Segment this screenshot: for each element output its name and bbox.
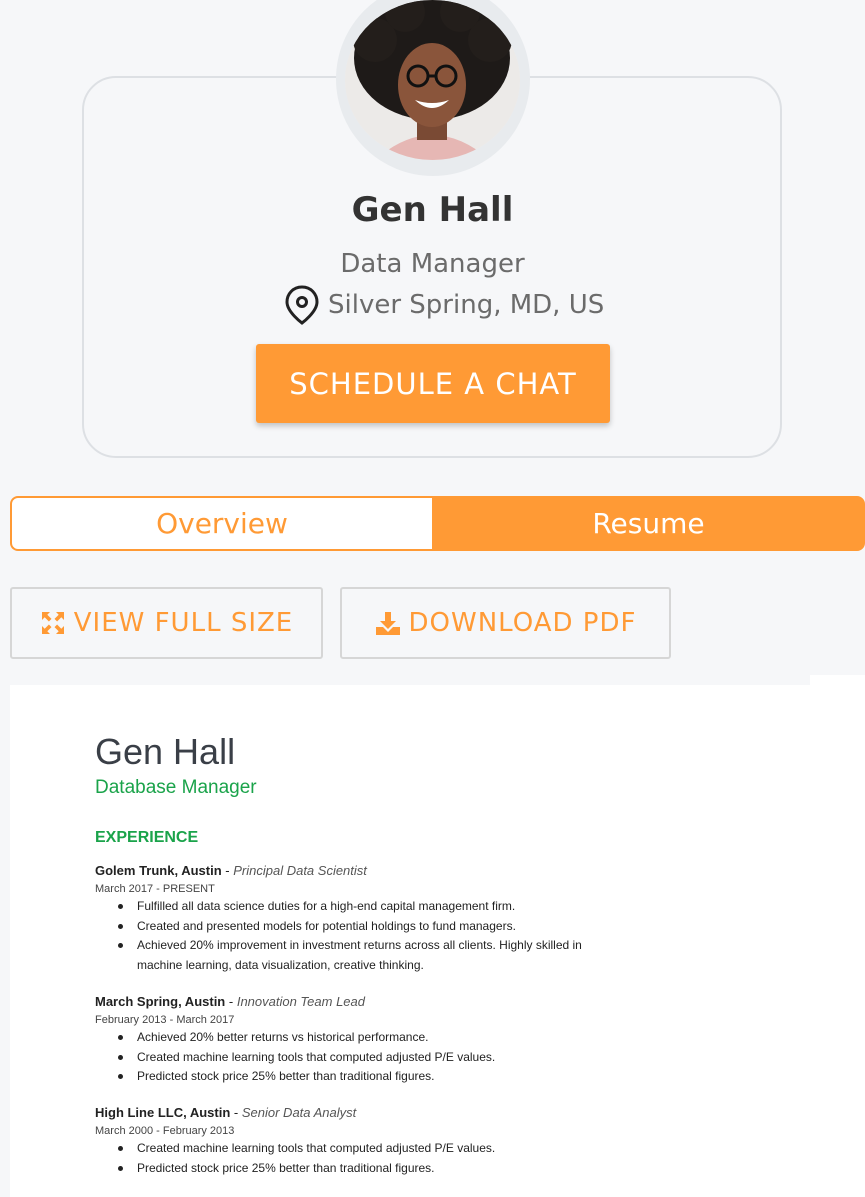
download-pdf-button[interactable]: DOWNLOAD PDF: [340, 587, 671, 659]
job-header: Golem Trunk, Austin - Principal Data Sci…: [95, 863, 367, 878]
job-bullet: Created and presented models for potenti…: [118, 917, 617, 937]
job-entry: Golem Trunk, Austin - Principal Data Sci…: [95, 863, 617, 975]
job-position: Innovation Team Lead: [236, 994, 365, 1009]
profile-tabs: Overview Resume: [10, 496, 865, 551]
job-bullet: Predicted stock price 25% better than tr…: [118, 1067, 617, 1087]
job-company: High Line LLC, Austin: [95, 1105, 231, 1120]
profile-location: Silver Spring, MD, US: [284, 284, 604, 326]
avatar-photo: [345, 0, 520, 160]
job-bullet: Achieved 20% better returns vs historica…: [118, 1028, 617, 1048]
schedule-chat-button[interactable]: SCHEDULE A CHAT: [256, 344, 610, 423]
job-dates: March 2017 - PRESENT: [95, 883, 215, 895]
job-company: Golem Trunk, Austin: [95, 863, 222, 878]
resume-name: Gen Hall: [95, 731, 236, 772]
job-entry: March Spring, Austin - Innovation Team L…: [95, 994, 617, 1087]
map-pin-icon: [285, 285, 319, 325]
job-bullet: Predicted stock price 25% better than tr…: [118, 1159, 617, 1179]
expand-icon: [41, 612, 64, 634]
download-icon: [375, 612, 400, 635]
job-position: Principal Data Scientist: [233, 863, 367, 878]
resume-preview: Gen Hall Database Manager EXPERIENCE Gol…: [10, 685, 810, 1197]
job-entry: High Line LLC, Austin - Senior Data Anal…: [95, 1105, 617, 1178]
job-position: Senior Data Analyst: [241, 1105, 357, 1120]
job-company: March Spring, Austin: [95, 994, 226, 1009]
job-dates: February 2013 - March 2017: [95, 1014, 235, 1026]
job-dates: March 2000 - February 2013: [95, 1125, 235, 1137]
job-bullet: Created machine learning tools that comp…: [118, 1139, 617, 1159]
view-full-size-button[interactable]: VIEW FULL SIZE: [10, 587, 323, 659]
job-header: March Spring, Austin - Innovation Team L…: [95, 994, 365, 1009]
job-bullet: Fulfilled all data science duties for a …: [118, 897, 617, 917]
profile-title: Data Manager: [340, 249, 525, 279]
resume-edge: [810, 675, 865, 1197]
job-bullet: Achieved 20% improvement in investment r…: [118, 936, 617, 975]
resume-role: Database Manager: [95, 777, 257, 798]
experience-heading: EXPERIENCE: [95, 829, 199, 846]
location-text: Silver Spring, MD, US: [328, 290, 605, 320]
tab-resume[interactable]: Resume: [432, 496, 865, 551]
job-bullet: Created machine learning tools that comp…: [118, 1048, 617, 1068]
view-full-size-label: VIEW FULL SIZE: [73, 608, 294, 638]
avatar: [345, 0, 520, 160]
download-pdf-label: DOWNLOAD PDF: [408, 608, 637, 638]
job-header: High Line LLC, Austin - Senior Data Anal…: [95, 1105, 357, 1120]
tab-overview[interactable]: Overview: [10, 496, 432, 551]
profile-name: Gen Hall: [351, 190, 514, 230]
